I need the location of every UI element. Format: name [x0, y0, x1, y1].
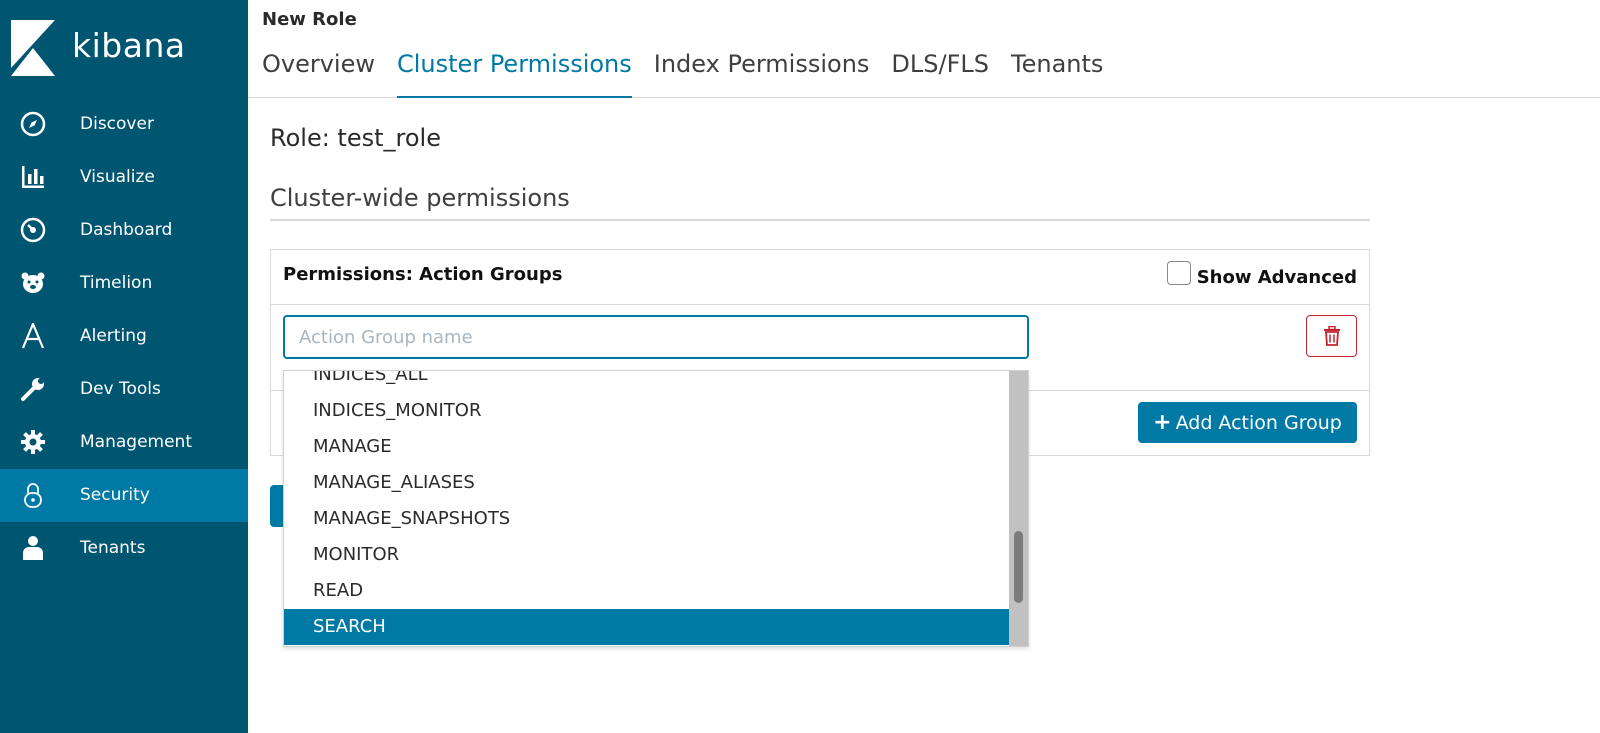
show-advanced-toggle[interactable]: Show Advanced	[1166, 261, 1357, 288]
tab-overview[interactable]: Overview	[262, 48, 375, 98]
alerting-icon	[20, 323, 46, 349]
sidebar: kibana Discover Visualize Dashboard Time…	[0, 0, 248, 733]
logo-text: kibana	[72, 26, 186, 65]
dropdown-option-manage[interactable]: MANAGE	[284, 429, 1011, 465]
wrench-icon	[20, 376, 46, 402]
dropdown-option-manage-aliases[interactable]: MANAGE_ALIASES	[284, 465, 1011, 501]
add-action-group-label: Add Action Group	[1175, 411, 1342, 434]
sidebar-item-security[interactable]: Security	[0, 469, 248, 522]
tab-index-permissions[interactable]: Index Permissions	[654, 48, 870, 98]
dashboard-gauge-icon	[20, 217, 46, 243]
show-advanced-label[interactable]: Show Advanced	[1197, 267, 1357, 288]
sidebar-item-discover[interactable]: Discover	[0, 98, 248, 151]
dropdown-option-read[interactable]: READ	[284, 573, 1011, 609]
sidebar-item-label: Timelion	[80, 273, 153, 293]
sidebar-item-dashboard[interactable]: Dashboard	[0, 204, 248, 257]
dropdown-scrollbar-thumb[interactable]	[1014, 531, 1023, 603]
page-title: New Role	[262, 9, 357, 30]
sidebar-item-label: Management	[80, 432, 192, 452]
sidebar-nav: Discover Visualize Dashboard Timelion Al…	[0, 98, 248, 575]
sidebar-item-label: Tenants	[80, 538, 146, 558]
dropdown-option-indices-monitor[interactable]: INDICES_MONITOR	[284, 393, 1011, 429]
sidebar-item-timelion[interactable]: Timelion	[0, 257, 248, 310]
show-advanced-checkbox[interactable]	[1166, 261, 1191, 285]
section-divider	[270, 219, 1370, 221]
sidebar-item-visualize[interactable]: Visualize	[0, 151, 248, 204]
dropdown-options: INDICES_ALL INDICES_MONITOR MANAGE MANAG…	[284, 371, 1011, 645]
sidebar-item-label: Security	[80, 485, 150, 505]
sidebar-item-label: Dashboard	[80, 220, 173, 240]
plus-icon: +	[1153, 410, 1172, 435]
gear-icon	[20, 429, 46, 455]
tab-cluster-permissions[interactable]: Cluster Permissions	[397, 48, 632, 98]
action-group-name-input[interactable]	[283, 315, 1029, 359]
dropdown-option-indices-all[interactable]: INDICES_ALL	[284, 371, 1011, 393]
user-icon	[20, 535, 46, 561]
page-header: New Role Overview Cluster Permissions In…	[248, 0, 1600, 98]
bar-chart-icon	[20, 164, 46, 190]
sidebar-item-management[interactable]: Management	[0, 416, 248, 469]
dropdown-option-search[interactable]: SEARCH	[284, 609, 1011, 645]
dropdown-option-monitor[interactable]: MONITOR	[284, 537, 1011, 573]
trash-icon	[1323, 326, 1340, 346]
role-heading: Role: test_role	[270, 124, 441, 152]
add-action-group-button[interactable]: + Add Action Group	[1138, 402, 1357, 443]
tab-bar: Overview Cluster Permissions Index Permi…	[262, 48, 1125, 98]
section-heading: Cluster-wide permissions	[270, 184, 570, 212]
sidebar-item-label: Visualize	[80, 167, 155, 187]
sidebar-item-dev-tools[interactable]: Dev Tools	[0, 363, 248, 416]
action-group-dropdown[interactable]: INDICES_ALL INDICES_MONITOR MANAGE MANAG…	[283, 370, 1029, 647]
sidebar-item-label: Alerting	[80, 326, 147, 346]
sidebar-item-label: Dev Tools	[80, 379, 161, 399]
kibana-logo[interactable]: kibana	[0, 0, 248, 100]
sidebar-item-tenants[interactable]: Tenants	[0, 522, 248, 575]
panel-header: Permissions: Action Groups Show Advanced	[271, 250, 1369, 305]
dropdown-option-manage-snapshots[interactable]: MANAGE_SNAPSHOTS	[284, 501, 1011, 537]
tab-dls-fls[interactable]: DLS/FLS	[891, 48, 989, 98]
tab-tenants[interactable]: Tenants	[1011, 48, 1103, 98]
panel-title: Permissions: Action Groups	[283, 264, 563, 285]
kibana-logo-icon	[11, 20, 55, 76]
lock-icon	[20, 482, 46, 508]
timelion-bear-icon	[20, 270, 46, 296]
dropdown-scrollbar[interactable]	[1009, 371, 1028, 646]
sidebar-item-label: Discover	[80, 114, 154, 134]
compass-icon	[20, 111, 46, 137]
delete-action-group-button[interactable]	[1306, 315, 1357, 357]
sidebar-item-alerting[interactable]: Alerting	[0, 310, 248, 363]
